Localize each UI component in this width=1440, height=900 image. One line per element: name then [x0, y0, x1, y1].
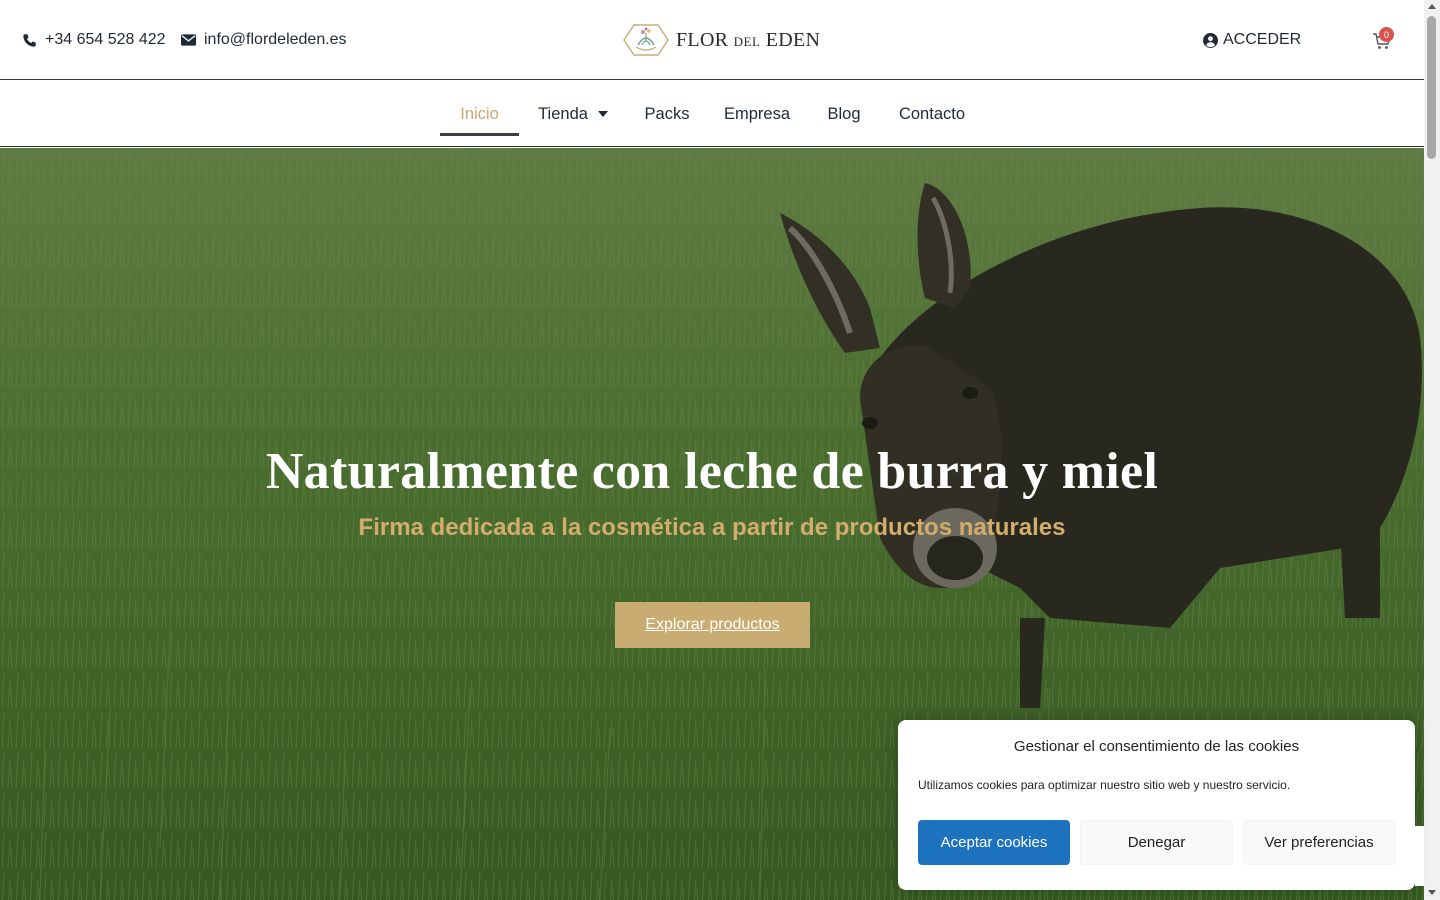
explore-products-button[interactable]: Explorar productos [615, 602, 810, 648]
cart-count-badge: 0 [1379, 27, 1394, 42]
cookie-description: Utilizamos cookies para optimizar nuestr… [918, 778, 1291, 792]
login-label: ACCEDER [1223, 31, 1302, 48]
user-circle-icon [1203, 32, 1218, 48]
page-scrollbar[interactable] [1424, 0, 1440, 900]
nav-item-blog[interactable]: Blog [818, 81, 870, 147]
caret-down-icon [597, 111, 608, 117]
cookie-side-tab[interactable] [1415, 826, 1424, 886]
nav-item-empresa[interactable]: Empresa [717, 81, 797, 147]
scroll-up-arrow-icon[interactable] [1428, 4, 1436, 9]
nav-item-label: Blog [827, 104, 861, 123]
login-link[interactable]: ACCEDER [1203, 0, 1301, 80]
phone-icon [23, 33, 36, 47]
logo-word-del: DEL [733, 33, 761, 49]
scroll-down-arrow-icon[interactable] [1428, 890, 1436, 895]
main-navigation: Inicio Tienda Packs Empresa Blog Contact… [0, 81, 1424, 147]
nav-item-packs[interactable]: Packs [637, 81, 697, 147]
email-link[interactable]: info@flordeleden.es [181, 0, 347, 80]
cookie-consent-banner: Gestionar el consentimiento de las cooki… [898, 720, 1415, 890]
nav-item-label: Tienda [538, 104, 588, 123]
nav-item-inicio[interactable]: Inicio [440, 81, 519, 147]
nav-item-label: Empresa [723, 104, 791, 123]
accept-cookies-button[interactable]: Aceptar cookies [918, 820, 1070, 865]
phone-link[interactable]: +34 654 528 422 [22, 0, 166, 80]
logo-emblem-icon [623, 24, 669, 56]
nav-item-label: Packs [644, 104, 690, 123]
logo-word-eden: EDEN [765, 28, 821, 51]
nav-item-label: Contacto [898, 104, 966, 123]
email-address: info@flordeleden.es [204, 31, 347, 48]
top-header: +34 654 528 422 info@flordeleden.es FLOR… [0, 0, 1424, 80]
site-logo[interactable]: FLOR DEL EDEN [622, 22, 820, 58]
nav-item-contacto[interactable]: Contacto [889, 81, 975, 147]
deny-cookies-button[interactable]: Denegar [1080, 820, 1233, 865]
nav-item-label: Inicio [460, 104, 499, 123]
view-preferences-button[interactable]: Ver preferencias [1243, 820, 1395, 865]
scrollbar-thumb[interactable] [1427, 16, 1436, 159]
hero-title: Naturalmente con leche de burra y miel [265, 443, 1159, 500]
logo-word-flor: FLOR [676, 28, 729, 51]
phone-number: +34 654 528 422 [45, 31, 166, 48]
cookie-title: Gestionar el consentimiento de las cooki… [1013, 738, 1300, 755]
nav-item-tienda[interactable]: Tienda [529, 81, 617, 147]
active-nav-indicator [440, 133, 519, 136]
envelope-icon [181, 34, 196, 46]
hero-subtitle: Firma dedicada a la cosmética a partir d… [358, 514, 1066, 541]
